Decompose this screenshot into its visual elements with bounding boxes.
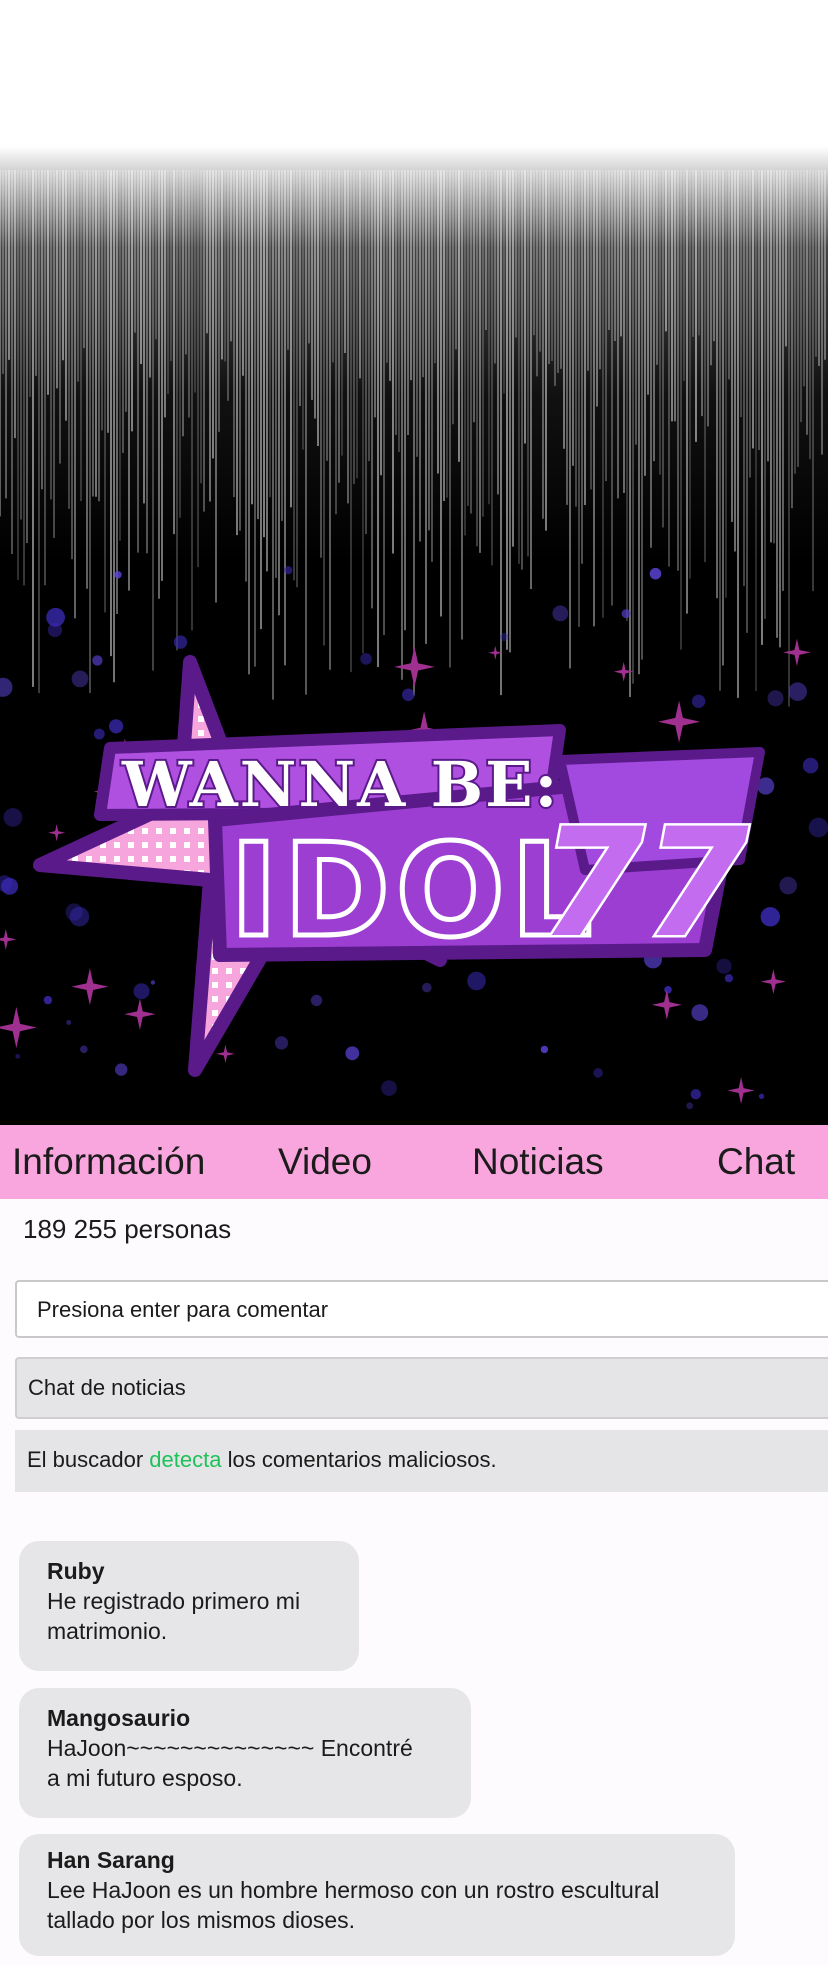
moderation-notice: El buscador detecta los comentarios mali…	[15, 1430, 828, 1492]
bokeh-dot	[43, 995, 53, 1005]
bokeh-dot	[808, 817, 828, 838]
section-tabs: Información Video Noticias Chat	[0, 1125, 828, 1199]
tab-noticias[interactable]: Noticias	[472, 1125, 604, 1199]
message-author: Mangosaurio	[47, 1705, 191, 1731]
bokeh-dot	[758, 1093, 765, 1100]
bokeh-dot	[71, 670, 89, 688]
bokeh-dot	[284, 566, 293, 575]
title-banner: WANNA BE: IDOL 77	[0, 0, 828, 1125]
bokeh-dot	[724, 974, 734, 983]
bokeh-dot	[467, 971, 486, 991]
chat-message: Mangosaurio HaJoon~~~~~~~~~~~~~~ Encontr…	[19, 1688, 471, 1818]
bokeh-dot	[46, 607, 65, 627]
bokeh-dot	[381, 1080, 397, 1096]
comment-field[interactable]	[15, 1280, 828, 1338]
bokeh-dot	[173, 635, 188, 649]
tab-chat[interactable]: Chat	[717, 1125, 795, 1199]
bokeh-dot	[66, 1020, 72, 1025]
bokeh-dot	[360, 653, 372, 665]
message-author: Ruby	[47, 1558, 105, 1584]
logo-number: 77	[540, 797, 749, 971]
bokeh-dot	[93, 728, 105, 740]
bokeh-dot	[621, 609, 631, 619]
bokeh-dot	[114, 571, 122, 579]
bokeh-dot	[500, 632, 509, 642]
bokeh-dot	[540, 1045, 549, 1054]
bokeh-dot	[691, 1004, 709, 1021]
bokeh-dot	[649, 567, 662, 580]
bokeh-dot	[422, 982, 432, 993]
comment-input[interactable]	[35, 1282, 819, 1338]
bokeh-dot	[664, 986, 672, 994]
bokeh-dot	[310, 994, 323, 1007]
bokeh-dot	[274, 1036, 289, 1050]
logo-wordmark-top: WANNA BE:	[121, 748, 559, 821]
bokeh-dot	[92, 655, 103, 666]
message-author: Han Sarang	[47, 1847, 175, 1873]
bokeh-dot	[802, 757, 819, 774]
notice-highlight: detecta	[149, 1447, 222, 1472]
bokeh-dot	[345, 1046, 360, 1061]
message-text: Lee HaJoon es un hombre hermoso con un r…	[47, 1877, 660, 1933]
message-text: He registrado primero mi matrimonio.	[47, 1588, 301, 1644]
news-chat-header[interactable]: Chat de noticias	[15, 1357, 828, 1419]
bokeh-dot	[686, 1102, 694, 1110]
bokeh-dot	[1, 877, 19, 895]
chat-message: Han Sarang Lee HaJoon es un hombre hermo…	[19, 1834, 735, 1956]
bokeh-dot	[115, 1063, 128, 1076]
notice-text-end: los comentarios maliciosos.	[221, 1447, 497, 1472]
bokeh-dot	[767, 690, 784, 707]
viewer-count: 189 255 personas	[23, 1214, 232, 1244]
chat-message: Ruby He registrado primero mi matrimonio…	[19, 1541, 359, 1671]
tab-video[interactable]: Video	[278, 1125, 372, 1199]
bokeh-dot	[109, 719, 124, 734]
bokeh-dot	[15, 1053, 21, 1059]
bokeh-dot	[552, 605, 569, 622]
bokeh-dot	[593, 1068, 603, 1078]
bokeh-dot	[690, 1089, 701, 1100]
bokeh-dot	[65, 903, 83, 921]
bokeh-dot	[80, 1045, 88, 1054]
message-text: HaJoon~~~~~~~~~~~~~~ Encontré a mi futur…	[47, 1735, 413, 1791]
tab-informacion[interactable]: Información	[12, 1125, 205, 1199]
notice-text-start: El buscador	[27, 1447, 150, 1472]
bokeh-dot	[779, 876, 797, 895]
bokeh-dot	[691, 694, 706, 708]
bokeh-dot	[402, 688, 415, 702]
bokeh-dot	[133, 983, 150, 1000]
bokeh-dot	[3, 808, 23, 827]
bokeh-dot	[760, 907, 780, 927]
bokeh-dot	[788, 682, 807, 701]
bokeh-dot	[150, 980, 156, 985]
